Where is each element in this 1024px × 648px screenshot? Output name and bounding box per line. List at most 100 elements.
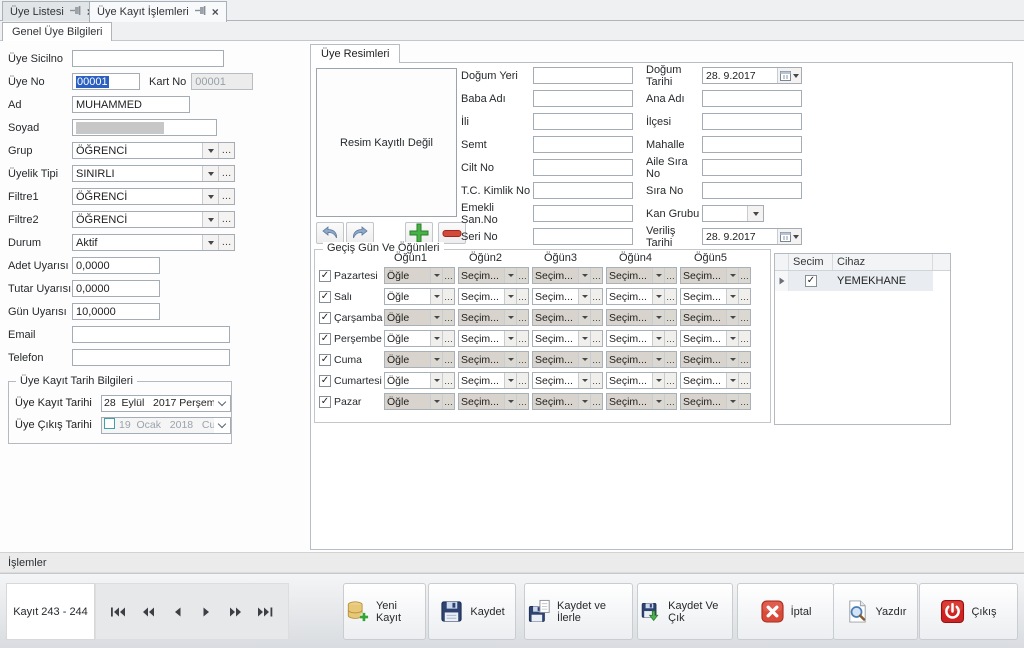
ellipsis-icon[interactable] xyxy=(738,394,750,409)
meal-combo-5[interactable]: Seçim... xyxy=(680,288,751,305)
ad-input[interactable]: MUHAMMED xyxy=(72,96,190,113)
ellipsis-icon[interactable] xyxy=(442,310,454,325)
dropdown-arrow-icon[interactable] xyxy=(430,331,442,346)
dropdown-arrow-icon[interactable] xyxy=(726,268,738,283)
ellipsis-icon[interactable] xyxy=(218,166,234,181)
dropdown-arrow-icon[interactable] xyxy=(430,394,442,409)
photo-next-button[interactable] xyxy=(346,222,374,244)
dropdown-arrow-icon[interactable] xyxy=(652,268,664,283)
meal-combo-3[interactable]: Seçim... xyxy=(532,309,603,326)
meal-combo-4[interactable]: Seçim... xyxy=(606,393,677,410)
ellipsis-icon[interactable] xyxy=(516,331,528,346)
day-checkbox[interactable] xyxy=(319,396,331,408)
ellipsis-icon[interactable] xyxy=(442,352,454,367)
dropdown-arrow-icon[interactable] xyxy=(202,212,218,227)
kaydet-ve-ilerle-button[interactable]: Kaydet ve İlerle xyxy=(524,583,633,640)
day-checkbox[interactable] xyxy=(319,291,331,303)
cikis-tarihi-checkbox[interactable] xyxy=(104,418,115,429)
dropdown-arrow-icon[interactable] xyxy=(578,352,590,367)
meal-combo-4[interactable]: Seçim... xyxy=(606,372,677,389)
calendar-icon[interactable] xyxy=(777,68,801,83)
ellipsis-icon[interactable] xyxy=(442,373,454,388)
dropdown-arrow-icon[interactable] xyxy=(504,394,516,409)
kan-grubu-combo[interactable] xyxy=(702,205,764,222)
meal-combo-4[interactable]: Seçim... xyxy=(606,267,677,284)
identity-field-input[interactable] xyxy=(533,182,633,199)
ellipsis-icon[interactable] xyxy=(218,143,234,158)
meal-combo-1[interactable]: Öğle xyxy=(384,330,455,347)
dropdown-arrow-icon[interactable] xyxy=(202,143,218,158)
ellipsis-icon[interactable] xyxy=(664,268,676,283)
dropdown-arrow-icon[interactable] xyxy=(652,331,664,346)
kaydet-ve-cik-button[interactable]: Kaydet Ve Çık xyxy=(637,583,733,640)
ellipsis-icon[interactable] xyxy=(516,310,528,325)
nav-next-button[interactable] xyxy=(196,602,218,622)
dropdown-arrow-icon[interactable] xyxy=(578,373,590,388)
dropdown-arrow-icon[interactable] xyxy=(202,235,218,250)
meal-combo-1[interactable]: Öğle xyxy=(384,393,455,410)
ellipsis-icon[interactable] xyxy=(590,310,602,325)
chevron-down-icon[interactable] xyxy=(214,396,230,411)
ellipsis-icon[interactable] xyxy=(590,352,602,367)
pin-icon[interactable] xyxy=(70,6,81,18)
tab-uye-kayit-islemleri[interactable]: Üye Kayıt İşlemleri xyxy=(89,1,227,22)
day-checkbox[interactable] xyxy=(319,333,331,345)
meal-combo-3[interactable]: Seçim... xyxy=(532,330,603,347)
uyelik-tipi-combo[interactable]: SINIRLI xyxy=(72,165,235,182)
sira-no-input[interactable] xyxy=(702,182,802,199)
meal-combo-2[interactable]: Seçim... xyxy=(458,267,529,284)
device-row[interactable]: YEMEKHANE xyxy=(775,271,950,291)
dropdown-arrow-icon[interactable] xyxy=(504,373,516,388)
chevron-down-icon[interactable] xyxy=(214,418,230,433)
yeni-kayit-button[interactable]: Yeni Kayıt xyxy=(343,583,426,640)
dropdown-arrow-icon[interactable] xyxy=(652,352,664,367)
uye-kayit-tarihi-picker[interactable]: 28 Eylül 2017 Perşembe xyxy=(101,395,231,412)
mahalle-input[interactable] xyxy=(702,136,802,153)
dropdown-arrow-icon[interactable] xyxy=(726,352,738,367)
dropdown-arrow-icon[interactable] xyxy=(726,289,738,304)
dropdown-arrow-icon[interactable] xyxy=(504,268,516,283)
soyad-input[interactable] xyxy=(72,119,217,136)
uye-no-input[interactable]: 00001 xyxy=(72,73,140,90)
day-checkbox[interactable] xyxy=(319,270,331,282)
ellipsis-icon[interactable] xyxy=(664,310,676,325)
meal-combo-1[interactable]: Öğle xyxy=(384,309,455,326)
dropdown-arrow-icon[interactable] xyxy=(652,373,664,388)
filtre2-combo[interactable]: ÖĞRENCİ xyxy=(72,211,235,228)
dropdown-arrow-icon[interactable] xyxy=(504,352,516,367)
meal-combo-3[interactable]: Seçim... xyxy=(532,267,603,284)
meal-combo-1[interactable]: Öğle xyxy=(384,267,455,284)
meal-combo-1[interactable]: Öğle xyxy=(384,351,455,368)
ellipsis-icon[interactable] xyxy=(590,268,602,283)
identity-field-input[interactable] xyxy=(533,136,633,153)
ellipsis-icon[interactable] xyxy=(442,331,454,346)
ellipsis-icon[interactable] xyxy=(664,352,676,367)
ilcesi-input[interactable] xyxy=(702,113,802,130)
meal-combo-2[interactable]: Seçim... xyxy=(458,330,529,347)
ellipsis-icon[interactable] xyxy=(516,352,528,367)
ellipsis-icon[interactable] xyxy=(218,189,234,204)
meal-combo-1[interactable]: Öğle xyxy=(384,372,455,389)
meal-combo-4[interactable]: Seçim... xyxy=(606,330,677,347)
meal-combo-4[interactable]: Seçim... xyxy=(606,288,677,305)
nav-next-page-button[interactable] xyxy=(225,602,247,622)
aile-sira-no-input[interactable] xyxy=(702,159,802,176)
dropdown-arrow-icon[interactable] xyxy=(726,310,738,325)
tab-uye-listesi[interactable]: Üye Listesi xyxy=(2,1,102,21)
meal-combo-5[interactable]: Seçim... xyxy=(680,372,751,389)
photo-previous-button[interactable] xyxy=(316,222,344,244)
meal-combo-3[interactable]: Seçim... xyxy=(532,372,603,389)
ellipsis-icon[interactable] xyxy=(590,331,602,346)
identity-field-input[interactable] xyxy=(533,228,633,245)
tab-genel-uye-bilgileri[interactable]: Genel Üye Bilgileri xyxy=(2,22,112,41)
dropdown-arrow-icon[interactable] xyxy=(578,331,590,346)
identity-field-input[interactable] xyxy=(533,113,633,130)
ellipsis-icon[interactable] xyxy=(738,289,750,304)
meal-combo-2[interactable]: Seçim... xyxy=(458,393,529,410)
dropdown-arrow-icon[interactable] xyxy=(430,310,442,325)
cikis-button[interactable]: Çıkış xyxy=(919,583,1018,640)
meal-combo-3[interactable]: Seçim... xyxy=(532,288,603,305)
telefon-input[interactable] xyxy=(72,349,230,366)
adet-uyarisi-input[interactable]: 0,0000 xyxy=(72,257,160,274)
tutar-uyarisi-input[interactable]: 0,0000 xyxy=(72,280,160,297)
